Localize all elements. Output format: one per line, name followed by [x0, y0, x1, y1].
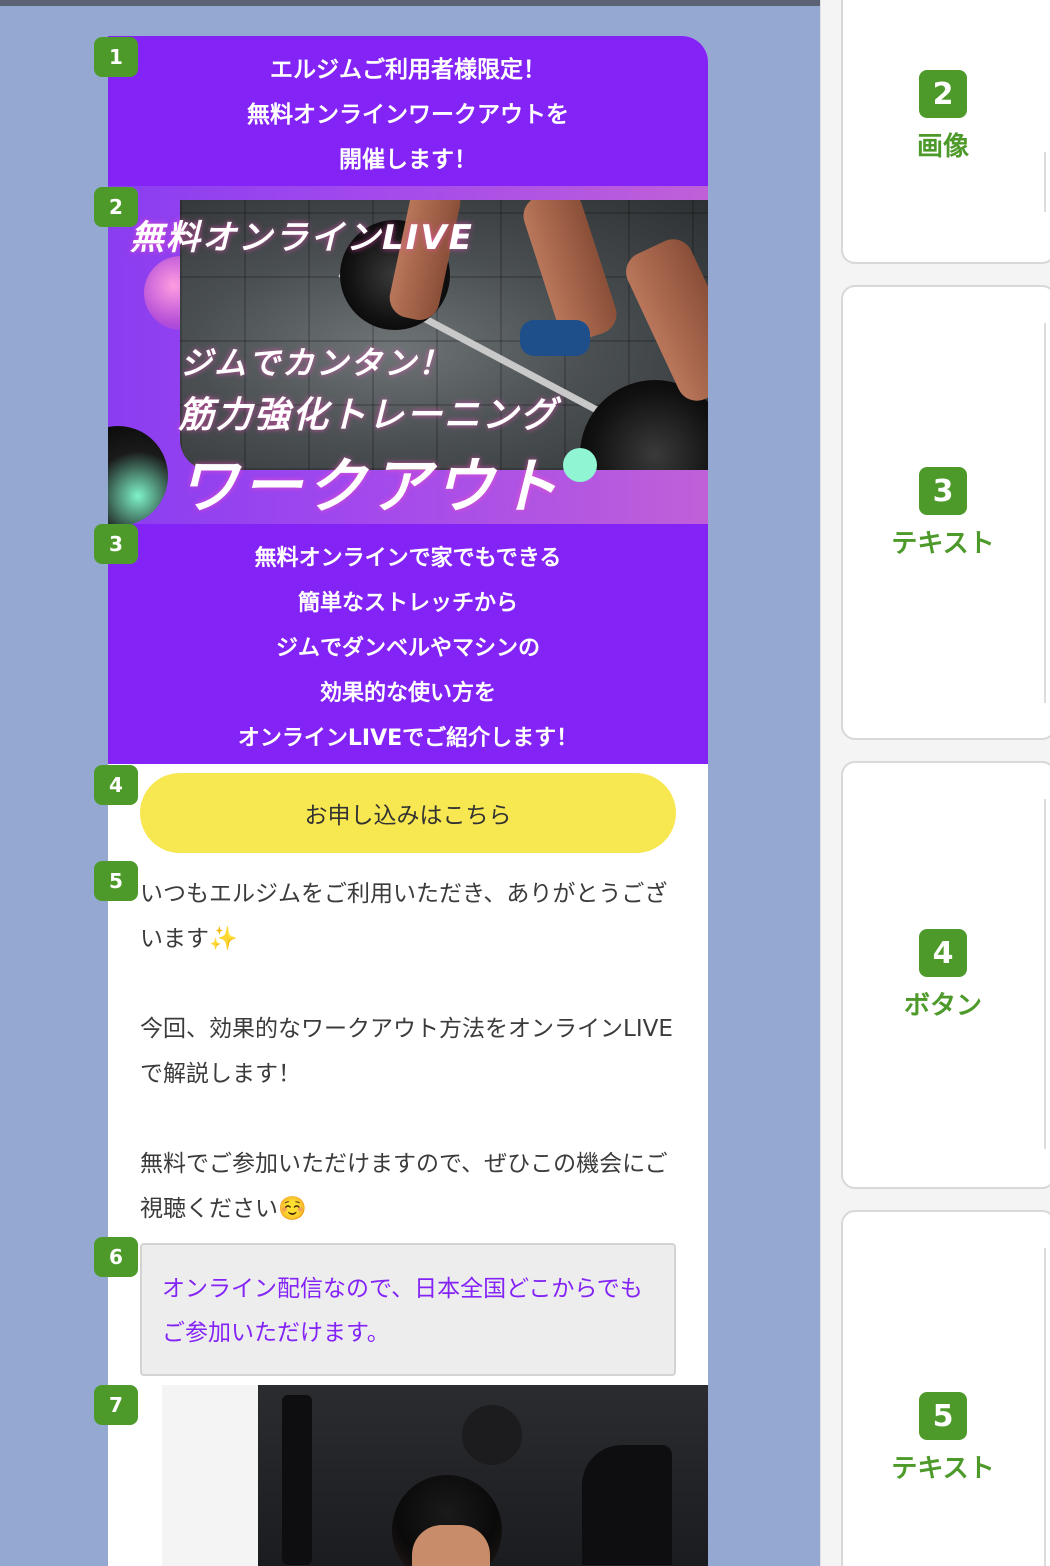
body-text-block[interactable]: いつもエルジムをご利用いただき、ありがとうございます✨ 今回、効果的なワークアウ…: [140, 872, 680, 1232]
title-text-block[interactable]: エルジムご利用者様限定！ 無料オンラインワークアウトを 開催します！: [108, 36, 708, 186]
card-divider: [1044, 323, 1046, 703]
block-badge-5[interactable]: 5: [94, 861, 138, 901]
black-sphere-decoration: [108, 426, 168, 524]
gym-machine: [582, 1445, 672, 1565]
card-divider: [1044, 152, 1046, 212]
card-label: テキスト: [891, 1454, 995, 1484]
intro-text-block[interactable]: 無料オンラインで家でもできる 簡単なストレッチから ジムでダンベルやマシンの 効…: [108, 524, 708, 764]
banner-subtitle: ジムでカンタン！: [180, 344, 453, 382]
block-card-image[interactable]: 2 画像: [841, 0, 1050, 264]
body-paragraph: 無料でご参加いただけますので、ぜひこの機会にご視聴ください☺️: [140, 1151, 668, 1222]
person-face: [412, 1525, 490, 1566]
block-badge-3[interactable]: 3: [94, 524, 138, 564]
card-number: 3: [919, 467, 967, 515]
body-paragraph: いつもエルジムをご利用いただき、ありがとうございます✨: [140, 881, 668, 952]
gym-machine: [462, 1405, 522, 1465]
intro-line: オンラインLIVEでご紹介します！: [237, 726, 579, 751]
title-line: 開催します！: [339, 147, 477, 173]
window-light: [162, 1385, 258, 1566]
intro-line: 簡単なストレッチから: [297, 591, 518, 616]
block-list-panel: 2 画像 3 テキスト 4 ボタン 5 テキスト: [820, 0, 1050, 1566]
card-number: 2: [919, 70, 967, 118]
block-badge-1[interactable]: 1: [94, 37, 138, 77]
card-number: 4: [919, 929, 967, 977]
gym-machine: [282, 1395, 312, 1565]
note-box[interactable]: オンライン配信なので、日本全国どこからでもご参加いただけます。: [140, 1243, 676, 1376]
top-bar: [0, 0, 820, 6]
banner-main-text: ワークアウト: [178, 452, 562, 522]
intro-line: 無料オンラインで家でもできる: [254, 546, 562, 571]
card-label: ボタン: [903, 991, 982, 1021]
intro-line: 効果的な使い方を: [319, 681, 496, 706]
card-number: 5: [919, 1392, 967, 1440]
banner-title-live: 無料オンラインLIVE: [130, 218, 474, 258]
title-line: 無料オンラインワークアウトを: [247, 102, 569, 128]
card-label: テキスト: [891, 529, 995, 559]
banner-image[interactable]: 無料オンラインLIVE ジムでカンタン！ 筋力強化トレーニング ワークアウト: [108, 186, 708, 524]
block-badge-7[interactable]: 7: [94, 1385, 138, 1425]
block-card-button[interactable]: 4 ボタン: [841, 761, 1050, 1189]
block-card-text[interactable]: 3 テキスト: [841, 285, 1050, 740]
gym-photo[interactable]: [162, 1385, 708, 1566]
card-label: 画像: [916, 132, 969, 162]
block-badge-6[interactable]: 6: [94, 1237, 138, 1277]
apply-button[interactable]: お申し込みはこちら: [140, 773, 676, 853]
card-divider: [1044, 799, 1046, 1149]
intro-line: ジムでダンベルやマシンの: [275, 636, 540, 661]
banner-heading: 筋力強化トレーニング: [178, 395, 559, 436]
message-preview: エルジムご利用者様限定！ 無料オンラインワークアウトを 開催します！ 無料オンラ…: [108, 36, 708, 1566]
block-card-text-2[interactable]: 5 テキスト: [841, 1210, 1050, 1566]
title-line: エルジムご利用者様限定！: [270, 57, 546, 83]
card-divider: [1044, 1248, 1046, 1566]
shoe: [520, 320, 590, 356]
block-badge-4[interactable]: 4: [94, 765, 138, 805]
body-paragraph: 今回、効果的なワークアウト方法をオンラインLIVEで解説します！: [140, 1016, 673, 1087]
mint-sphere-decoration: [563, 448, 597, 482]
block-badge-2[interactable]: 2: [94, 187, 138, 227]
